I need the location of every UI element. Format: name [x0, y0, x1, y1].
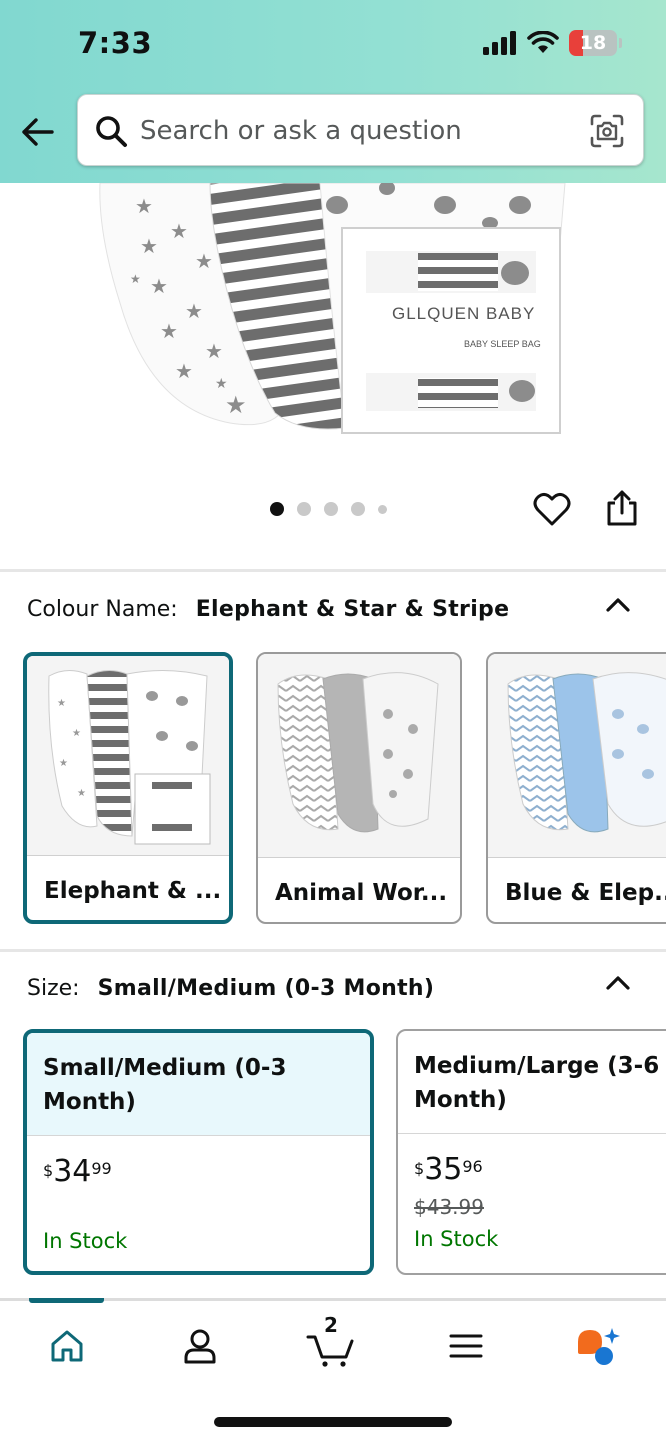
- price-currency: $: [414, 1159, 425, 1178]
- size-option-name: Medium/Large (3-6 Month): [398, 1031, 666, 1134]
- swatch-label: Elephant & ...: [44, 878, 222, 904]
- carousel-dot[interactable]: [378, 504, 387, 514]
- cart-count: 2: [324, 1313, 338, 1337]
- svg-text:★: ★: [140, 234, 158, 258]
- rufus-assistant-icon: [578, 1328, 620, 1365]
- swatch-image: ★ ★ ★ ★: [27, 656, 229, 856]
- share-icon[interactable]: [605, 489, 639, 527]
- nav-menu[interactable]: [441, 1321, 491, 1371]
- size-label: Size:: [27, 976, 80, 1001]
- svg-text:★: ★: [195, 249, 213, 273]
- colour-option-blue-elephant[interactable]: Blue & Elep...: [486, 652, 666, 924]
- battery-tip: [619, 38, 622, 48]
- svg-text:★: ★: [130, 272, 141, 286]
- list-price: $43.99: [414, 1195, 484, 1219]
- colour-name-label: Colour Name:: [27, 597, 178, 622]
- colour-name-value: Elephant & Star & Stripe: [195, 597, 510, 622]
- product-image[interactable]: ★★★ ★★★ ★★★ ★★★ ★★ GLLQUEN BABY BABY SLE…: [0, 183, 666, 473]
- swatch-label: Blue & Elep...: [505, 880, 666, 906]
- top-header: 7:33 18: [0, 0, 666, 183]
- svg-text:★: ★: [57, 698, 66, 709]
- colour-name-row: Colour Name: Elephant & Star & Stripe: [27, 597, 509, 622]
- price-whole: 35: [424, 1152, 463, 1187]
- svg-text:★: ★: [225, 391, 247, 419]
- stock-status: In Stock: [414, 1227, 499, 1251]
- status-time: 7:33: [78, 26, 153, 60]
- cellular-signal-icon: [483, 31, 516, 55]
- colour-option-animal-world[interactable]: Animal Wor...: [256, 652, 462, 924]
- svg-text:★: ★: [77, 788, 86, 799]
- carousel-dot[interactable]: [351, 502, 365, 516]
- nav-cart[interactable]: 2: [306, 1313, 356, 1371]
- nav-rufus[interactable]: [572, 1321, 622, 1371]
- search-icon: [96, 116, 127, 147]
- box-product: BABY SLEEP BAG: [464, 339, 541, 349]
- product-photo: ★★★ ★★★ ★★★ ★★★ ★★ GLLQUEN BABY BABY SLE…: [99, 183, 566, 434]
- home-indicator: [214, 1417, 452, 1427]
- svg-text:★: ★: [170, 219, 188, 243]
- search-input[interactable]: [140, 109, 580, 153]
- account-icon: [184, 1329, 216, 1364]
- size-option-price: $ 34 99: [43, 1155, 112, 1189]
- colour-option-elephant-star-stripe[interactable]: ★ ★ ★ ★ Elephant & ...: [23, 652, 233, 924]
- price-fraction: 96: [462, 1157, 483, 1176]
- swatch-image: [488, 654, 666, 858]
- svg-text:★: ★: [205, 339, 223, 363]
- swatch-label: Animal Wor...: [275, 880, 448, 906]
- svg-text:★: ★: [160, 319, 178, 343]
- swatch-image: [258, 654, 460, 858]
- back-arrow-icon[interactable]: [18, 112, 58, 152]
- chevron-up-icon[interactable]: [604, 594, 632, 614]
- section-divider: [0, 569, 666, 572]
- size-option-price: $ 35 96: [414, 1153, 483, 1187]
- svg-text:★: ★: [72, 728, 81, 739]
- carousel-dot[interactable]: [297, 502, 311, 516]
- carousel-dot[interactable]: [270, 502, 284, 516]
- section-divider: [0, 949, 666, 952]
- box-brand: GLLQUEN BABY: [392, 304, 535, 323]
- active-tab-indicator: [29, 1298, 104, 1303]
- size-value: Small/Medium (0-3 Month): [97, 976, 435, 1001]
- search-bar[interactable]: [77, 94, 644, 166]
- svg-text:★: ★: [215, 376, 228, 392]
- image-carousel-dots[interactable]: [270, 502, 387, 516]
- battery-icon: 18: [569, 30, 617, 56]
- home-icon: [51, 1330, 83, 1362]
- size-row: Size: Small/Medium (0-3 Month): [27, 976, 434, 1001]
- status-icons: 18: [483, 30, 622, 56]
- svg-text:★: ★: [135, 194, 153, 218]
- camera-search-icon[interactable]: [589, 113, 625, 149]
- menu-icon: [449, 1334, 483, 1358]
- price-currency: $: [43, 1161, 54, 1180]
- svg-text:★: ★: [59, 758, 68, 769]
- price-fraction: 99: [91, 1159, 112, 1178]
- size-option-small-medium[interactable]: Small/Medium (0-3 Month) $ 34 99 In Stoc…: [23, 1029, 374, 1275]
- size-option-medium-large[interactable]: Medium/Large (3-6 Month) $ 35 96 $43.99 …: [396, 1029, 666, 1275]
- nav-home[interactable]: [42, 1321, 92, 1371]
- svg-text:★: ★: [150, 274, 168, 298]
- size-option-name: Small/Medium (0-3 Month): [27, 1033, 370, 1136]
- heart-icon[interactable]: [533, 491, 571, 527]
- battery-level: 18: [579, 32, 607, 54]
- chevron-up-icon[interactable]: [604, 972, 632, 992]
- svg-text:★: ★: [175, 359, 193, 383]
- stock-status: In Stock: [43, 1229, 128, 1253]
- nav-account[interactable]: [175, 1321, 225, 1371]
- carousel-dot[interactable]: [324, 502, 338, 516]
- price-whole: 34: [53, 1154, 92, 1189]
- svg-text:★: ★: [185, 299, 203, 323]
- wifi-icon: [527, 31, 559, 53]
